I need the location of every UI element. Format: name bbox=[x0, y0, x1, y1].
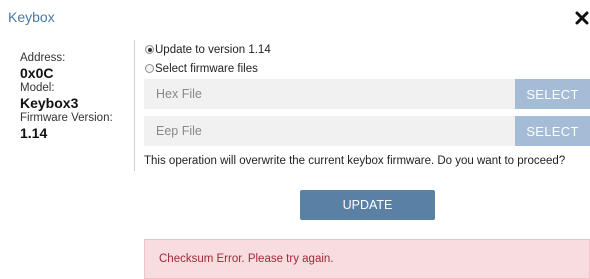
hex-file-row: SELECT bbox=[144, 79, 590, 109]
overwrite-warning: This operation will overwrite the curren… bbox=[144, 155, 566, 167]
address-label: Address: bbox=[20, 52, 66, 64]
model-label: Model: bbox=[20, 82, 55, 94]
update-version-radio[interactable] bbox=[145, 45, 154, 54]
eep-file-input[interactable] bbox=[144, 116, 515, 146]
update-version-option[interactable]: Update to version 1.14 bbox=[145, 43, 271, 56]
eep-file-row: SELECT bbox=[144, 116, 590, 146]
error-alert: Checksum Error. Please try again. bbox=[144, 239, 590, 279]
device-info: Address: 0x0C Model: Keybox3 Firmware Ve… bbox=[20, 52, 113, 142]
eep-select-button[interactable]: SELECT bbox=[515, 116, 590, 146]
error-message: Checksum Error. Please try again. bbox=[159, 253, 334, 265]
firmware-version-value: 1.14 bbox=[20, 125, 48, 141]
address-value: 0x0C bbox=[20, 65, 54, 81]
dialog-title: Keybox bbox=[8, 9, 55, 25]
hex-select-button[interactable]: SELECT bbox=[515, 79, 590, 109]
update-version-label: Update to version 1.14 bbox=[155, 43, 271, 56]
select-files-option[interactable]: Select firmware files bbox=[145, 62, 258, 75]
vertical-divider bbox=[134, 40, 135, 171]
close-icon[interactable] bbox=[572, 8, 590, 28]
hex-file-input[interactable] bbox=[144, 79, 515, 109]
model-value: Keybox3 bbox=[20, 95, 79, 111]
update-button[interactable]: UPDATE bbox=[300, 190, 435, 220]
firmware-version-label: Firmware Version: bbox=[20, 112, 113, 124]
select-files-label: Select firmware files bbox=[155, 62, 258, 75]
select-files-radio[interactable] bbox=[145, 64, 154, 73]
